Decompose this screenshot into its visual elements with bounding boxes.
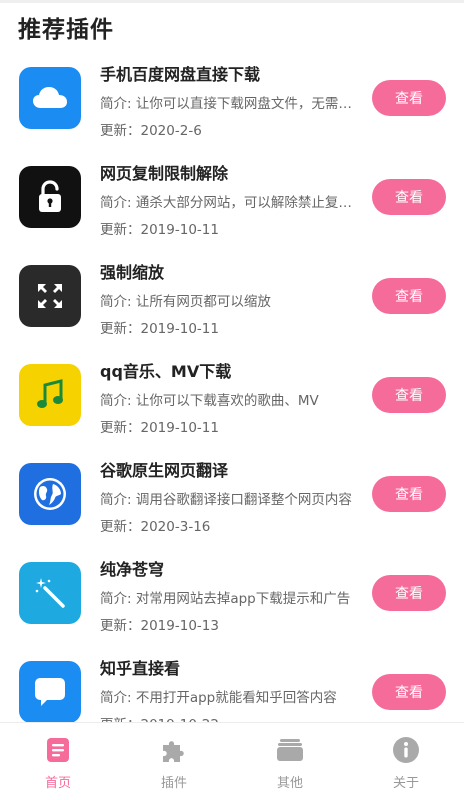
plugin-description: 简介: 让所有网页都可以缩放 xyxy=(100,294,271,310)
plugin-description: 简介: 通杀大部分网站，可以解除禁止复制的限制 xyxy=(100,195,352,211)
plugin-name: 知乎直接看 xyxy=(100,659,181,678)
document-list-icon xyxy=(44,736,72,764)
tab-label: 其他 xyxy=(276,776,303,791)
plugin-name: qq音乐、MV下载 xyxy=(100,362,232,381)
tab-about[interactable]: 关于 xyxy=(348,723,464,800)
tab-label: 插件 xyxy=(160,776,187,791)
plugin-description: 简介: 调用谷歌翻译接口翻译整个网页内容 xyxy=(100,492,352,508)
plugin-name: 强制缩放 xyxy=(100,263,165,282)
plugin-update-date: 更新：2019-10-13 xyxy=(100,618,219,634)
plugin-update-date: 更新：2020-2-6 xyxy=(100,123,202,139)
magic-wand-icon xyxy=(19,562,81,624)
plugin-update-date: 更新：2020-3-16 xyxy=(100,519,211,535)
plugin-item[interactable]: 强制缩放 简介: 让所有网页都可以缩放 更新：2019-10-11 查看 xyxy=(0,250,464,349)
tab-plugins[interactable]: 插件 xyxy=(116,723,232,800)
plugin-description: 简介: 不用打开app就能看知乎回答内容 xyxy=(100,690,337,706)
plugin-item[interactable]: 谷歌原生网页翻译 简介: 调用谷歌翻译接口翻译整个网页内容 更新：2020-3-… xyxy=(0,448,464,547)
plugin-name: 网页复制限制解除 xyxy=(100,164,229,183)
plugin-description: 简介: 让你可以下载喜欢的歌曲、MV xyxy=(100,393,319,409)
plugin-update-date: 更新：2019-10-22 xyxy=(100,713,219,722)
plugin-description: 简介: 让你可以直接下载网盘文件，无需安装百度网盘客户端 xyxy=(100,96,352,112)
expand-icon xyxy=(19,265,81,327)
tab-label: 首页 xyxy=(44,776,71,791)
view-button[interactable]: 查看 xyxy=(372,575,446,611)
page-title: 推荐插件 xyxy=(18,17,114,43)
plugin-item[interactable]: qq音乐、MV下载 简介: 让你可以下载喜欢的歌曲、MV 更新：2019-10-… xyxy=(0,349,464,448)
folder-icon xyxy=(276,736,304,764)
top-divider xyxy=(0,0,464,3)
music-note-icon xyxy=(19,364,81,426)
plugin-list[interactable]: 手机百度网盘直接下载 简介: 让你可以直接下载网盘文件，无需安装百度网盘客户端 … xyxy=(0,52,464,722)
plugin-update-date: 更新：2019-10-11 xyxy=(100,222,219,238)
chat-bubble-icon xyxy=(19,661,81,722)
info-icon xyxy=(392,736,420,764)
tab-other[interactable]: 其他 xyxy=(232,723,348,800)
tab-home[interactable]: 首页 xyxy=(0,723,116,800)
plugin-description: 简介: 对常用网站去掉app下载提示和广告 xyxy=(100,591,351,607)
plugin-item[interactable]: 手机百度网盘直接下载 简介: 让你可以直接下载网盘文件，无需安装百度网盘客户端 … xyxy=(0,52,464,151)
plugin-item[interactable]: 纯净苍穹 简介: 对常用网站去掉app下载提示和广告 更新：2019-10-13… xyxy=(0,547,464,646)
globe-icon xyxy=(19,463,81,525)
plugin-update-date: 更新：2019-10-11 xyxy=(100,420,219,436)
view-button[interactable]: 查看 xyxy=(372,476,446,512)
bottom-tab-bar: 首页 插件 其他 关于 xyxy=(0,722,464,800)
view-button[interactable]: 查看 xyxy=(372,179,446,215)
plugin-name: 手机百度网盘直接下载 xyxy=(100,65,261,84)
plugin-item[interactable]: 网页复制限制解除 简介: 通杀大部分网站，可以解除禁止复制的限制 更新：2019… xyxy=(0,151,464,250)
plugin-name: 谷歌原生网页翻译 xyxy=(100,461,229,480)
unlock-icon xyxy=(19,166,81,228)
view-button[interactable]: 查看 xyxy=(372,674,446,710)
view-button[interactable]: 查看 xyxy=(372,278,446,314)
puzzle-icon xyxy=(160,736,188,764)
view-button[interactable]: 查看 xyxy=(372,377,446,413)
plugin-name: 纯净苍穹 xyxy=(100,560,165,579)
plugin-update-date: 更新：2019-10-11 xyxy=(100,321,219,337)
view-button[interactable]: 查看 xyxy=(372,80,446,116)
cloud-icon xyxy=(19,67,81,129)
plugin-item[interactable]: 知乎直接看 简介: 不用打开app就能看知乎回答内容 更新：2019-10-22… xyxy=(0,646,464,722)
tab-label: 关于 xyxy=(392,776,419,791)
